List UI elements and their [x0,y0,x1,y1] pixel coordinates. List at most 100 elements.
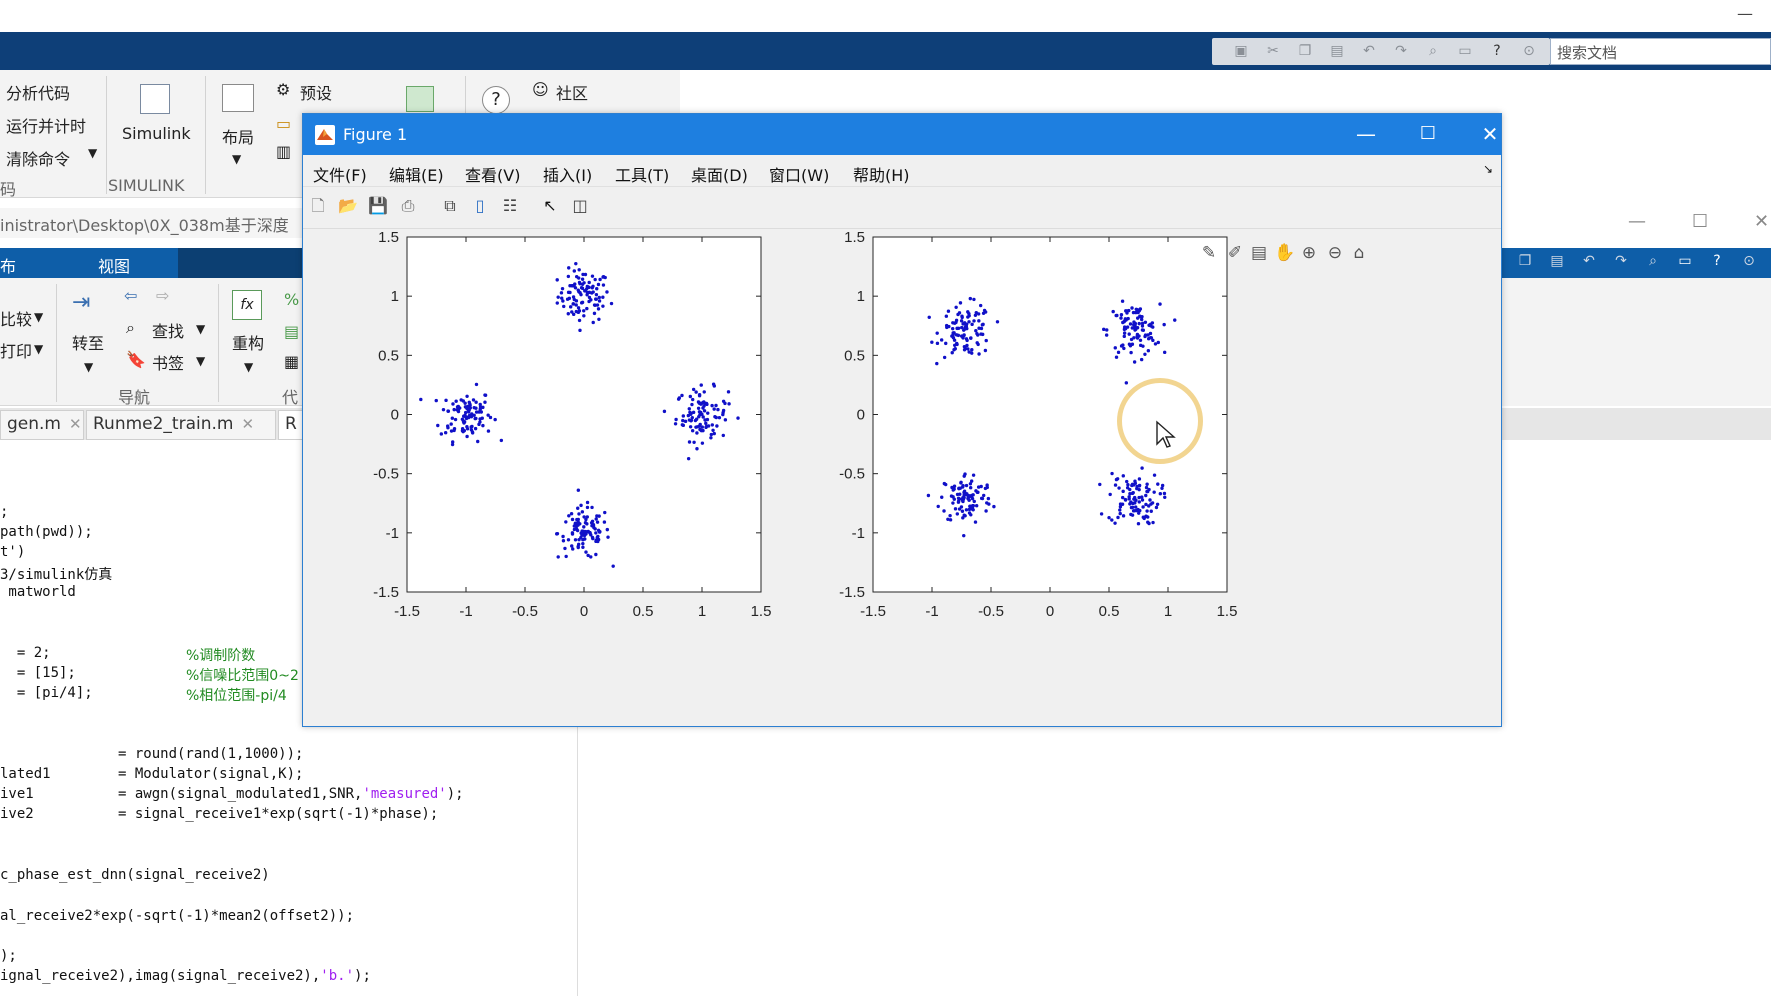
chevron-down-icon[interactable]: ▼ [34,342,43,356]
back-arrow-icon[interactable]: ⇦ [124,286,137,305]
brush-icon[interactable]: ✐ [1223,241,1247,265]
layout-icon[interactable] [222,84,254,112]
print-figure-icon[interactable]: ⎙ [397,195,419,217]
file-tab[interactable]: Runme2_train.m ✕ [86,410,276,440]
data-point [1115,477,1120,481]
help-icon[interactable]: ? [1708,252,1726,270]
cut-icon[interactable]: ✂ [1264,42,1282,60]
zoom-in-icon[interactable]: ⊕ [1297,241,1321,265]
undo-icon[interactable]: ↶ [1580,252,1598,270]
chevron-down-icon[interactable]: ▼ [244,360,253,374]
help-icon[interactable]: ? [482,86,510,114]
undo-icon[interactable]: ↶ [1360,42,1378,60]
goto-icon[interactable]: ⇥ [72,290,90,315]
menu-edit[interactable]: 编辑(E) [389,162,444,186]
close-icon[interactable]: ✕ [69,415,82,433]
rotate-icon[interactable]: ▤ [1247,241,1271,265]
clear-commands-button[interactable]: 清除命令 [6,146,70,170]
community-button[interactable]: 社区 [556,80,588,104]
print-button[interactable]: 打印 [0,338,32,362]
zoom-icon[interactable]: ⌕ [1644,252,1662,270]
bookmark-button[interactable]: 书签 [152,350,184,374]
refactor-button[interactable]: 重构 [232,330,264,354]
figure-window[interactable]: Figure 1 — ☐ ✕ 文件(F) 编辑(E) 查看(V) 插入(I) 工… [302,113,1502,727]
link-plot-icon[interactable]: ⧉ [439,195,461,217]
zoom-out-icon[interactable]: ⊖ [1323,241,1347,265]
redo-icon[interactable]: ↷ [1612,252,1630,270]
options-icon[interactable]: ⊙ [1520,42,1538,60]
preferences-button[interactable]: 预设 [300,80,332,104]
folder-icon[interactable]: ▭ [276,114,291,133]
goto-button[interactable]: 转至 [72,330,104,354]
minimize-icon[interactable]: — [1737,4,1753,23]
parallel-icon[interactable]: ▥ [276,142,291,161]
help-icon[interactable]: ? [1488,42,1506,60]
menu-view[interactable]: 查看(V) [465,162,520,186]
options-icon[interactable]: ⊙ [1740,252,1758,270]
window-icon[interactable]: ▭ [1676,252,1694,270]
chevron-down-icon[interactable]: ▼ [196,322,205,336]
forward-arrow-icon[interactable]: ⇨ [156,286,169,305]
file-tab[interactable]: gen.m ✕ [0,410,84,440]
indent-icon[interactable]: ▦ [284,352,299,371]
figure-titlebar[interactable]: Figure 1 — ☐ ✕ [303,114,1501,155]
data-tip-icon[interactable]: ✎ [1197,241,1221,265]
layout-button[interactable]: 布局 [222,124,254,148]
save-figure-icon[interactable]: 💾 [367,195,389,217]
save-icon[interactable]: ▣ [1232,42,1250,60]
menu-help[interactable]: 帮助(H) [853,162,910,186]
chevron-down-icon[interactable]: ▼ [232,152,241,166]
chevron-down-icon[interactable]: ▼ [196,354,205,368]
redo-icon[interactable]: ↷ [1392,42,1410,60]
new-figure-icon[interactable]: 🗋 [307,195,329,217]
chevron-down-icon[interactable]: ▼ [84,360,93,374]
find-button[interactable]: 查找 [152,318,184,342]
copy-icon[interactable]: ❐ [1296,42,1314,60]
copy-icon[interactable]: ❐ [1516,252,1534,270]
background-window-titlebar: — ☐ ✕ [1502,205,1771,245]
open-file-icon[interactable]: 📂 [337,195,359,217]
dock-arrow-icon[interactable]: ↘ [1483,162,1493,176]
chevron-down-icon[interactable]: ▼ [88,146,97,160]
property-editor-icon[interactable]: ◫ [569,195,591,217]
paste-icon[interactable]: ▤ [1328,42,1346,60]
simulink-icon[interactable] [140,84,170,114]
menu-desktop[interactable]: 桌面(D) [691,162,748,186]
legend-icon[interactable]: ☷ [499,195,521,217]
maximize-button[interactable]: ☐ [1405,119,1451,149]
maximize-icon[interactable]: ☐ [1692,211,1708,232]
menu-window[interactable]: 窗口(W) [769,162,829,186]
data-point [450,416,455,420]
paste-icon[interactable]: ▤ [1548,252,1566,270]
minimize-icon[interactable]: — [1628,211,1646,232]
data-point [968,504,972,509]
menu-insert[interactable]: 插入(I) [543,162,592,186]
compare-button[interactable]: 比较 [0,306,32,330]
minimize-button[interactable]: — [1343,119,1389,149]
window-icon[interactable]: ▭ [1456,42,1474,60]
percent-icon[interactable]: % [284,290,299,309]
menu-file[interactable]: 文件(F) [313,162,367,186]
close-button[interactable]: ✕ [1467,119,1513,149]
search-documentation-input[interactable]: 搜索文档 [1550,38,1771,65]
data-point [595,303,600,307]
home-icon[interactable]: ⌂ [1347,241,1371,265]
zoom-icon[interactable]: ⌕ [1424,42,1442,60]
current-folder-path[interactable]: inistrator\Desktop\0X_038m基于深度 [0,208,305,238]
pan-icon[interactable]: ✋ [1273,241,1297,265]
run-and-time-button[interactable]: 运行并计时 [6,113,86,137]
pointer-icon[interactable]: ↖ [539,195,561,217]
chevron-down-icon[interactable]: ▼ [34,310,43,324]
refactor-icon[interactable]: fx [232,290,262,320]
analyze-code-button[interactable]: 分析代码 [6,80,70,104]
code-line: ); [0,948,17,964]
tab-view[interactable]: 视图 [98,253,130,277]
colorbar-icon[interactable]: ▯ [469,195,491,217]
tab-publish[interactable]: 布 [0,253,16,277]
close-icon[interactable]: ✕ [241,415,254,433]
simulink-button[interactable]: Simulink [122,124,191,143]
add-ons-icon[interactable] [406,86,434,112]
wrap-icon[interactable]: ▤ [284,322,299,341]
close-icon[interactable]: ✕ [1754,211,1769,232]
menu-tools[interactable]: 工具(T) [615,162,669,186]
